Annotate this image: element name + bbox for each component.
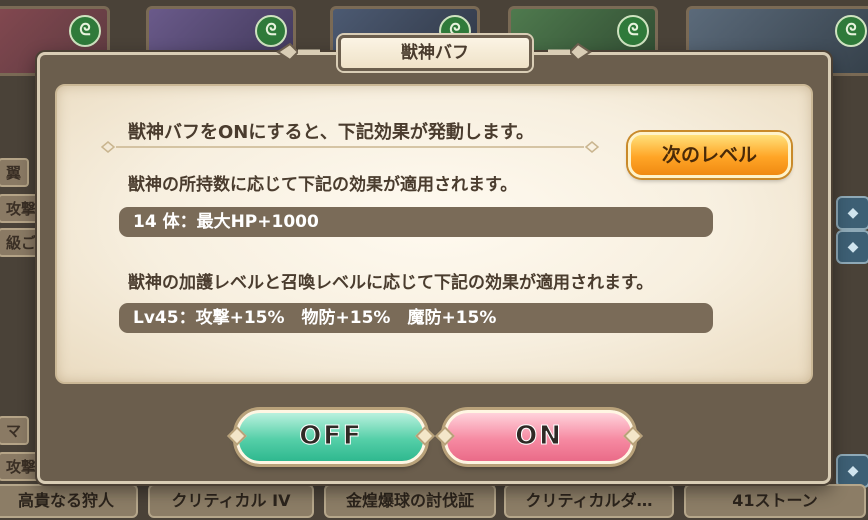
bottom-tab[interactable]: 金煌爆球の討伐証 [324, 484, 496, 518]
bottom-tab[interactable]: クリティカルダ… [504, 484, 674, 518]
leaf-emblem-icon: ᘓ [617, 15, 649, 47]
bottom-tab[interactable]: 高貴なる狩人 [0, 484, 138, 518]
ownership-effect-value: 14 体：最大HP+1000 [119, 207, 713, 237]
title-ornament-left-icon [276, 42, 320, 62]
ownership-effect-text: 獣神の所持数に応じて下記の効果が適用されます。 [128, 175, 518, 195]
off-button[interactable]: OFF [227, 410, 435, 464]
level-effect-text: 獣神の加護レベルと召喚レベルに応じて下記の効果が適用されます。 [128, 273, 654, 293]
on-button-label: ON [515, 421, 563, 452]
on-button[interactable]: ON [435, 410, 643, 464]
title-ornament-right-icon [548, 42, 592, 62]
bottom-tab[interactable]: クリティカル IV [148, 484, 314, 518]
side-tag: マ [0, 416, 30, 445]
leaf-emblem-icon: ᘓ [835, 15, 867, 47]
leaf-emblem-icon: ᘓ [69, 15, 101, 47]
off-button-label: OFF [299, 421, 363, 452]
headline-divider-icon [100, 141, 600, 153]
bottom-tab-bar: 高貴なる狩人 クリティカル IV 金煌爆球の討伐証 クリティカルダ… 41ストー… [0, 484, 868, 520]
bottom-tab[interactable]: 41ストーン [684, 484, 866, 518]
skill-icon: ◆ [836, 454, 868, 488]
dialog-title: 獣神バフ [338, 35, 532, 71]
next-level-button[interactable]: 次のレベル [628, 132, 791, 178]
skill-icon: ◆ [836, 230, 868, 264]
skill-icon: ◆ [836, 196, 868, 230]
side-tag: 翼 [0, 158, 30, 187]
level-effect-value: Lv45：攻撃+15% 物防+15% 魔防+15% [119, 303, 713, 333]
